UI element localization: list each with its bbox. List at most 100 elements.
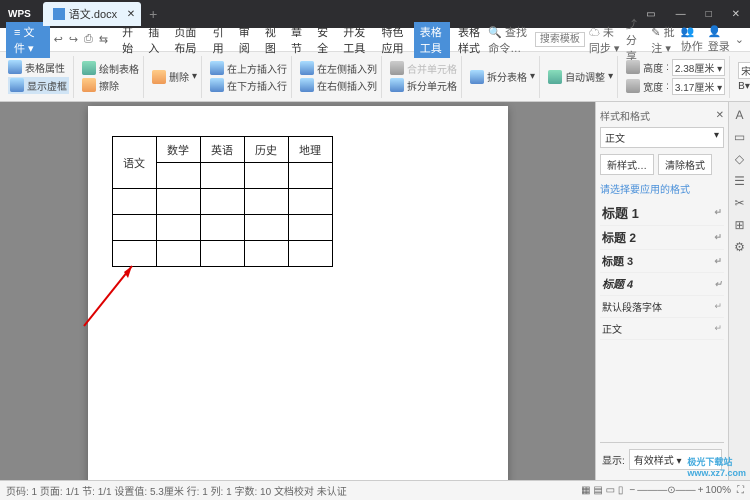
split-cells[interactable]: 拆分单元格 — [390, 78, 457, 93]
strip-clip-icon[interactable]: ✂ — [733, 196, 747, 210]
new-style-button[interactable]: 新样式… — [600, 154, 654, 175]
table-cell[interactable] — [288, 163, 332, 189]
ribbon-tab[interactable]: 表格样式 — [452, 22, 488, 58]
styles-panel: 样式和格式✕ 正文 ▾ 新样式… 清除格式 请选择要应用的格式 标题 1↵标题 … — [596, 102, 728, 480]
table-cell[interactable] — [244, 163, 288, 189]
view-icons[interactable]: ▦ ▤ ▭ ▯ — [581, 485, 623, 496]
table-cell[interactable] — [156, 163, 200, 189]
strip-prop-icon[interactable]: ⊞ — [733, 218, 747, 232]
undo-icon[interactable]: ↩ — [54, 33, 63, 46]
style-item[interactable]: 默认段落字体↵ — [600, 296, 724, 318]
table-cell[interactable] — [288, 241, 332, 267]
font-style-group[interactable]: B▾ U▾ A▾ ❖▾ — [738, 81, 750, 92]
insert-row-below[interactable]: 在下方插入行 — [210, 78, 287, 93]
coop-button[interactable]: 👥 协作 — [681, 25, 704, 54]
sync-icon[interactable]: ⇆ — [99, 33, 108, 46]
style-item[interactable]: 正文↵ — [600, 318, 724, 340]
document-table[interactable]: 语文数学英语历史地理 — [112, 136, 333, 267]
panel-title: 样式和格式 — [600, 108, 650, 123]
table-cell[interactable] — [200, 241, 244, 267]
more-icon[interactable]: ⌄ — [735, 33, 744, 46]
table-cell[interactable] — [156, 241, 200, 267]
search-template-input[interactable] — [535, 32, 585, 47]
status-segment: 页码: 1 — [6, 487, 37, 498]
ribbon-tab[interactable]: 章节 — [285, 22, 309, 58]
table-cell[interactable] — [200, 189, 244, 215]
status-segment: 行: 1 — [187, 487, 208, 498]
col-width[interactable]: 宽度: 3.17厘米 ▾ — [626, 78, 725, 95]
table-cell[interactable]: 历史 — [244, 137, 288, 163]
panel-close-icon[interactable]: ✕ — [716, 110, 724, 121]
strip-styles-icon[interactable]: A — [733, 108, 747, 122]
merge-cells: 合并单元格 — [390, 61, 457, 76]
eraser-button[interactable]: 擦除 — [82, 78, 139, 93]
page: 语文数学英语历史地理 — [88, 106, 508, 480]
side-strip: A ▭ ◇ ☰ ✂ ⊞ ⚙ — [728, 102, 750, 480]
delete-button[interactable]: 删除▾ — [152, 69, 197, 84]
table-cell[interactable] — [288, 189, 332, 215]
table-cell[interactable]: 英语 — [200, 137, 244, 163]
file-menu[interactable]: ≡ 文件 ▾ — [6, 22, 50, 58]
table-cell[interactable] — [244, 241, 288, 267]
table-cell[interactable] — [200, 163, 244, 189]
strip-nav-icon[interactable]: ☰ — [733, 174, 747, 188]
insert-row-above[interactable]: 在上方插入行 — [210, 61, 287, 76]
insert-col-right[interactable]: 在右侧插入列 — [300, 78, 377, 93]
strip-select-icon[interactable]: ▭ — [733, 130, 747, 144]
new-tab-button[interactable]: + — [141, 6, 165, 22]
status-segment: 未认证 — [317, 487, 347, 498]
ribbon-tab[interactable]: 开发工具 — [337, 22, 373, 58]
table-cell[interactable] — [200, 215, 244, 241]
insert-col-left[interactable]: 在左侧插入列 — [300, 61, 377, 76]
comment-button[interactable]: ✎ 批注 ▾ — [651, 24, 676, 56]
status-segment: 字数: 10 — [234, 487, 271, 498]
document-tab[interactable]: 语文.docx ✕ — [43, 2, 141, 26]
clear-format-button[interactable]: 清除格式 — [658, 154, 712, 175]
unsync-status[interactable]: ☁ 未同步 ▾ — [589, 24, 622, 56]
split-table[interactable]: 拆分表格▾ — [470, 69, 535, 84]
print-icon[interactable]: ⎙ — [84, 33, 93, 46]
zoom-out-icon[interactable]: − — [629, 485, 635, 496]
table-cell[interactable]: 语文 — [112, 137, 156, 189]
ribbon-tab[interactable]: 引用 — [207, 22, 231, 58]
font-select[interactable]: 宋体 (正文) ▾一号 ▾ — [738, 62, 750, 79]
style-item[interactable]: 标题 4↵ — [600, 273, 724, 296]
find-command[interactable]: 🔍 查找命令… — [488, 24, 531, 56]
table-cell[interactable]: 地理 — [288, 137, 332, 163]
ribbon-tab[interactable]: 开始 — [116, 22, 140, 58]
ribbon-tab[interactable]: 表格工具 — [414, 22, 450, 58]
current-style-select[interactable]: 正文 ▾ — [600, 127, 724, 148]
ribbon-tab[interactable]: 视图 — [259, 22, 283, 58]
close-tab-icon[interactable]: ✕ — [127, 9, 135, 20]
ribbon-tab[interactable]: 插入 — [142, 22, 166, 58]
row-height[interactable]: 高度: 2.38厘米 ▾ — [626, 59, 725, 76]
table-cell[interactable] — [244, 189, 288, 215]
strip-gear-icon[interactable]: ⚙ — [733, 240, 747, 254]
redo-icon[interactable]: ↪ — [69, 33, 78, 46]
style-item[interactable]: 标题 1↵ — [600, 200, 724, 226]
table-cell[interactable] — [288, 215, 332, 241]
fullscreen-icon[interactable]: ⛶ — [737, 485, 744, 496]
ribbon-tab[interactable]: 页面布局 — [168, 22, 204, 58]
style-item[interactable]: 标题 3↵ — [600, 250, 724, 273]
document-canvas[interactable]: 语文数学英语历史地理 — [0, 102, 595, 480]
table-cell[interactable] — [112, 215, 156, 241]
table-cell[interactable]: 数学 — [156, 137, 200, 163]
table-cell[interactable] — [156, 189, 200, 215]
autofit-button[interactable]: 自动调整▾ — [548, 69, 613, 84]
strip-shape-icon[interactable]: ◇ — [733, 152, 747, 166]
ribbon-tab[interactable]: 审阅 — [233, 22, 257, 58]
show-grid-button[interactable]: 显示虚框 — [8, 77, 69, 94]
table-cell[interactable] — [112, 189, 156, 215]
avatar-icon[interactable]: 👤 登录 — [708, 25, 731, 54]
draw-table-button[interactable]: 绘制表格 — [82, 61, 139, 76]
table-cell[interactable] — [156, 215, 200, 241]
zoom-value[interactable]: 100% — [705, 485, 731, 496]
style-item[interactable]: 标题 2↵ — [600, 226, 724, 250]
zoom-in-icon[interactable]: + — [698, 485, 704, 496]
ribbon-tab[interactable]: 安全 — [311, 22, 335, 58]
table-cell[interactable] — [244, 215, 288, 241]
show-label: 显示: — [602, 452, 625, 467]
table-props-button[interactable]: 表格属性 — [8, 60, 69, 75]
ribbon-tab[interactable]: 特色应用 — [375, 22, 411, 58]
